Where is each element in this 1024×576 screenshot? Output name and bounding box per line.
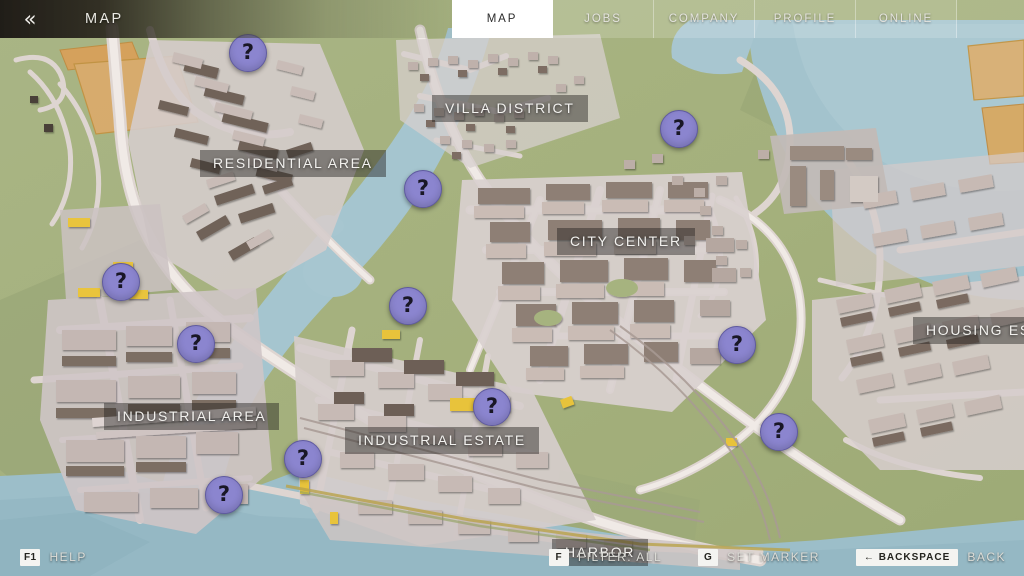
map-marker-question[interactable]: ? — [284, 440, 322, 478]
brand-area: « MAP — [0, 0, 452, 38]
map-marker-question[interactable]: ? — [718, 326, 756, 364]
map-marker-question[interactable]: ? — [660, 110, 698, 148]
map-screen: RESIDENTIAL AREA VILLA DISTRICT CITY CEN… — [0, 0, 1024, 576]
hint-label-set-marker: SET MARKER — [727, 550, 820, 564]
tab-profile[interactable]: PROFILE — [755, 0, 856, 38]
tab-jobs[interactable]: JOBS — [553, 0, 654, 38]
map-marker-question[interactable]: ? — [102, 263, 140, 301]
hint-back[interactable]: ← BACKSPACE BACK — [855, 548, 1006, 566]
map-marker-question[interactable]: ? — [473, 388, 511, 426]
top-navigation-bar: « MAP MAP JOBS COMPANY PROFILE ONLINE — [0, 0, 1024, 38]
tab-map[interactable]: MAP — [452, 0, 553, 38]
bottom-hints-right: F FILTER: ALL G SET MARKER ← BACKSPACE B… — [548, 548, 1006, 566]
question-mark-icon: ? — [672, 115, 686, 140]
question-mark-icon: ? — [401, 292, 415, 317]
map-canvas[interactable] — [0, 0, 1024, 576]
hint-help[interactable]: F1 HELP — [20, 548, 87, 566]
bottom-hint-bar: F1 HELP F FILTER: ALL G SET MARKER ← BAC… — [0, 538, 1024, 576]
map-marker-question[interactable]: ? — [177, 325, 215, 363]
key-badge-f1: F1 — [20, 548, 41, 566]
key-badge-backspace: ← BACKSPACE — [855, 548, 959, 566]
key-badge-f: F — [548, 548, 569, 566]
hint-label-help: HELP — [49, 550, 87, 564]
hint-label-filter: FILTER: ALL — [577, 550, 663, 564]
hint-filter[interactable]: F FILTER: ALL — [548, 548, 663, 566]
question-mark-icon: ? — [730, 331, 744, 356]
question-mark-icon: ? — [296, 445, 310, 470]
map-marker-question[interactable]: ? — [389, 287, 427, 325]
question-mark-icon: ? — [189, 330, 203, 355]
map-marker-question[interactable]: ? — [229, 34, 267, 72]
key-badge-g: G — [698, 548, 719, 566]
tab-bar-spacer — [957, 0, 1024, 38]
question-mark-icon: ? — [772, 418, 786, 443]
tab-company[interactable]: COMPANY — [654, 0, 755, 38]
question-mark-icon: ? — [485, 393, 499, 418]
hint-set-marker[interactable]: G SET MARKER — [698, 548, 820, 566]
tab-online[interactable]: ONLINE — [856, 0, 957, 38]
question-mark-icon: ? — [114, 268, 128, 293]
hint-label-back: BACK — [967, 550, 1006, 564]
map-marker-question[interactable]: ? — [404, 170, 442, 208]
map-marker-question[interactable]: ? — [760, 413, 798, 451]
question-mark-icon: ? — [416, 175, 430, 200]
question-mark-icon: ? — [241, 39, 255, 64]
question-mark-icon: ? — [217, 481, 231, 506]
double-chevron-left-icon[interactable]: « — [0, 0, 58, 38]
page-title: MAP — [85, 11, 124, 27]
map-marker-question[interactable]: ? — [205, 476, 243, 514]
bottom-hints-left: F1 HELP — [20, 548, 87, 566]
